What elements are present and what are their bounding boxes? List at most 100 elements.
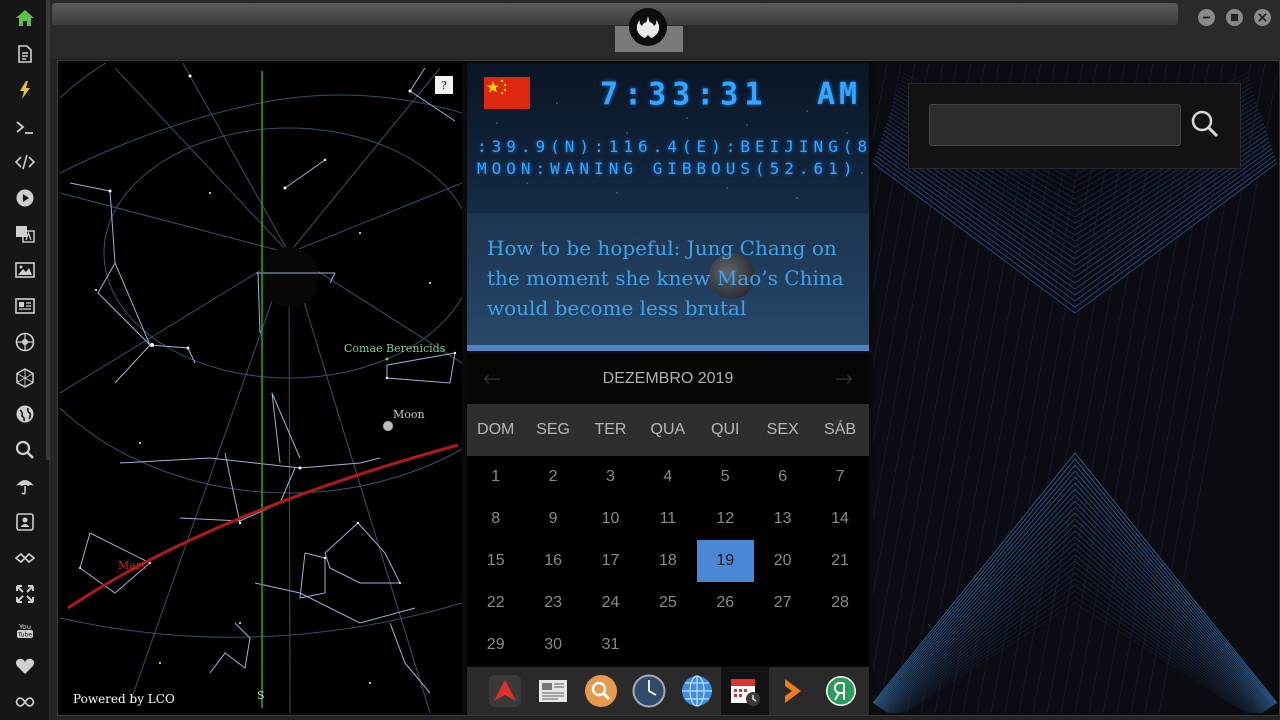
window-titlebar — [50, 0, 1280, 58]
sidebar-item-document[interactable] — [13, 42, 37, 66]
calendar-day[interactable]: 4 — [639, 456, 696, 498]
sidebar-scrollbar[interactable] — [46, 0, 50, 460]
dock-item-arch[interactable] — [481, 667, 529, 715]
umbrella-icon — [16, 480, 34, 495]
sidebar-item-hexagon[interactable] — [13, 366, 37, 390]
chevron-app-icon — [785, 679, 801, 703]
sidebar-item-code[interactable] — [13, 150, 37, 174]
weekday-label: DOM — [477, 421, 515, 438]
minimize-icon — [1202, 16, 1211, 19]
calendar-day[interactable]: 18 — [639, 540, 696, 582]
code-icon — [15, 154, 35, 170]
dock-item-search[interactable] — [577, 667, 625, 715]
search-input[interactable] — [929, 104, 1181, 146]
calendar-day[interactable]: 16 — [524, 540, 581, 582]
sidebar-item-heart[interactable] — [13, 654, 37, 678]
arch-app-icon — [489, 675, 521, 707]
calendar-week-row: 15 16 17 18 19 20 21 — [467, 540, 869, 582]
calendar-day[interactable]: 25 — [639, 582, 696, 624]
clock-app-icon — [632, 674, 666, 708]
calendar-day[interactable]: 15 — [467, 540, 524, 582]
sidebar-item-terminal[interactable] — [13, 115, 37, 139]
sidebar-item-play[interactable] — [13, 186, 37, 210]
dock-item-chevron[interactable] — [769, 667, 817, 715]
calendar-day[interactable]: 9 — [524, 498, 581, 540]
document-icon — [18, 45, 32, 63]
calendar-day[interactable]: 27 — [754, 582, 811, 624]
sky-chart-canvas — [60, 63, 462, 713]
sidebar-item-rebel[interactable] — [13, 330, 37, 354]
dock-item-clock[interactable] — [625, 667, 673, 715]
calendar-day[interactable]: 13 — [754, 498, 811, 540]
dock-item-globe[interactable] — [673, 667, 721, 715]
sidebar-item-globe[interactable] — [13, 402, 37, 426]
close-button[interactable] — [1254, 9, 1271, 26]
calendar-day[interactable]: 24 — [582, 582, 639, 624]
search-button[interactable] — [1187, 104, 1223, 144]
calendar-day[interactable]: 22 — [467, 582, 524, 624]
calendar-day[interactable]: 6 — [754, 456, 811, 498]
calendar-day[interactable]: 17 — [582, 540, 639, 582]
calendar-day[interactable]: 21 — [811, 540, 868, 582]
calendar-day[interactable]: 1 — [467, 456, 524, 498]
sidebar-item-translate[interactable] — [13, 222, 37, 246]
image-icon — [15, 262, 35, 278]
sidebar-item-umbrella[interactable] — [13, 474, 37, 498]
weekday-label: SÁB — [824, 421, 857, 438]
lightning-icon — [20, 81, 30, 99]
rebel-alliance-icon — [15, 332, 35, 352]
sky-label-moon: Moon — [393, 408, 425, 421]
calendar-day[interactable]: 26 — [697, 582, 754, 624]
sidebar-item-news[interactable] — [13, 294, 37, 318]
calendar-week-row: 8 9 10 11 12 13 14 — [467, 498, 869, 540]
calendar-day[interactable]: 11 — [639, 498, 696, 540]
maximize-button[interactable] — [1226, 9, 1243, 26]
clock-ampm: AM — [817, 77, 862, 112]
rebel-alliance-icon — [636, 16, 660, 38]
dock-item-news[interactable] — [529, 667, 577, 715]
calendar-next-button[interactable]: → — [831, 366, 857, 392]
calendar-day[interactable]: 14 — [811, 498, 868, 540]
calendar-day — [811, 624, 868, 666]
calendar-day[interactable]: 28 — [811, 582, 868, 624]
calendar-day[interactable]: 12 — [697, 498, 754, 540]
sidebar-item-contact[interactable] — [13, 510, 37, 534]
calendar-day[interactable]: 30 — [524, 624, 581, 666]
close-icon — [1258, 13, 1267, 22]
sidebar-item-image[interactable] — [13, 258, 37, 282]
calendar-day[interactable]: 23 — [524, 582, 581, 624]
translate-icon — [16, 226, 35, 243]
calendar-day[interactable]: 2 — [524, 456, 581, 498]
sky-powered-by[interactable]: Powered by LCO — [73, 692, 175, 706]
sidebar-item-expand[interactable] — [13, 582, 37, 606]
calendar-day[interactable]: 31 — [582, 624, 639, 666]
dock-item-calendar[interactable] — [721, 667, 769, 715]
title-strip[interactable] — [52, 3, 1178, 25]
calendar-day[interactable]: 20 — [754, 540, 811, 582]
calendar-day[interactable]: 5 — [697, 456, 754, 498]
calendar-day[interactable]: 8 — [467, 498, 524, 540]
calendar-day[interactable]: 10 — [582, 498, 639, 540]
calendar: ← DEZEMBRO 2019 → DOM SEG TER QUA QUI SE… — [467, 354, 869, 666]
calendar-grid: 1 2 3 4 5 6 7 8 9 10 11 12 13 14 15 16 17 18 19 20 21 22 23 24 2… — [467, 456, 869, 666]
dock-item-yandex[interactable] — [817, 667, 865, 715]
calendar-day-today[interactable]: 19 — [696, 540, 754, 582]
clock-panel: 7:33:31 AM :39.9(N):116.4(E):BEIJING(8) … — [467, 63, 869, 351]
calendar-day[interactable]: 3 — [582, 456, 639, 498]
sidebar-item-youtube[interactable]: You Tube — [13, 618, 37, 642]
weekday-label: QUI — [711, 421, 740, 438]
calendar-day[interactable]: 29 — [467, 624, 524, 666]
sidebar-item-link[interactable] — [13, 546, 37, 570]
main-area: ? Comae Berenicids Moon Mars S Powered b… — [57, 60, 1280, 716]
logo-button[interactable] — [629, 8, 667, 46]
sidebar-item-lightning[interactable] — [13, 78, 37, 102]
minimize-button[interactable] — [1198, 9, 1215, 26]
calendar-day[interactable]: 7 — [811, 456, 868, 498]
sidebar-item-search[interactable] — [13, 438, 37, 462]
contact-card-icon — [16, 513, 34, 531]
news-headline[interactable]: How to be hopeful: Jung Chang on the mom… — [487, 233, 857, 323]
sidebar-item-infinity[interactable] — [13, 690, 37, 714]
sky-chart[interactable]: ? Comae Berenicids Moon Mars S Powered b… — [60, 63, 462, 713]
sidebar-item-home[interactable] — [13, 6, 37, 30]
sky-help-button[interactable]: ? — [435, 76, 453, 94]
